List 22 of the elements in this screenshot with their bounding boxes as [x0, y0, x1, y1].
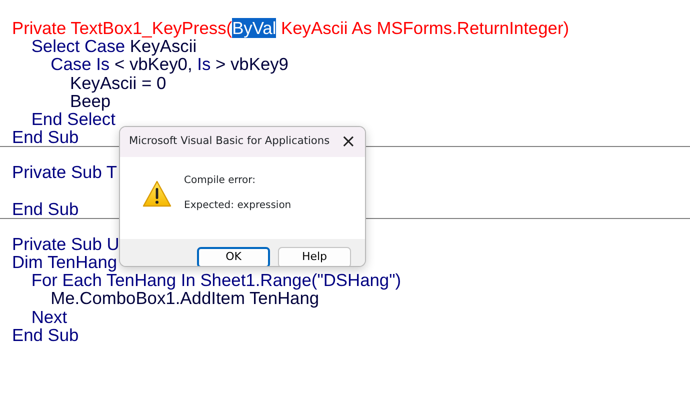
help-button[interactable]: Help — [278, 247, 351, 266]
code-line: For Each TenHang In Sheet1.Range("DSHang") — [30, 271, 402, 290]
code-line: Dim TenHang — [12, 253, 118, 272]
code-line: Select Case KeyAscii — [30, 37, 197, 56]
code-line: Private Sub U — [12, 234, 120, 254]
code-line: End Select — [30, 110, 116, 128]
code-line: Beep — [68, 92, 111, 110]
dialog-message: Compile error: — [184, 174, 256, 187]
ok-button[interactable]: OK — [197, 247, 270, 266]
code-line: KeyAscii = 0 — [68, 74, 166, 92]
close-button[interactable]: × — [332, 133, 365, 151]
code-line: Me.ComboBox1.AddItem TenHang — [50, 289, 320, 308]
code-line: Next — [30, 308, 68, 326]
code-line: Case Is < vbKey0, Is > vbKey9 — [50, 55, 288, 74]
code-line: End Sub — [12, 128, 79, 146]
code-line: Private Sub T — [12, 163, 118, 182]
dialog-message: Expected: expression — [184, 199, 292, 212]
code-line: End Sub — [12, 326, 79, 344]
warning-icon — [142, 180, 172, 208]
code-line: Private TextBox1_KeyPress(ByVal KeyAscii As MSForms.ReturnInteger) — [12, 19, 570, 38]
dialog-title: Microsoft Visual Basic for Applications — [128, 134, 330, 150]
code-line: End Sub — [12, 200, 79, 218]
